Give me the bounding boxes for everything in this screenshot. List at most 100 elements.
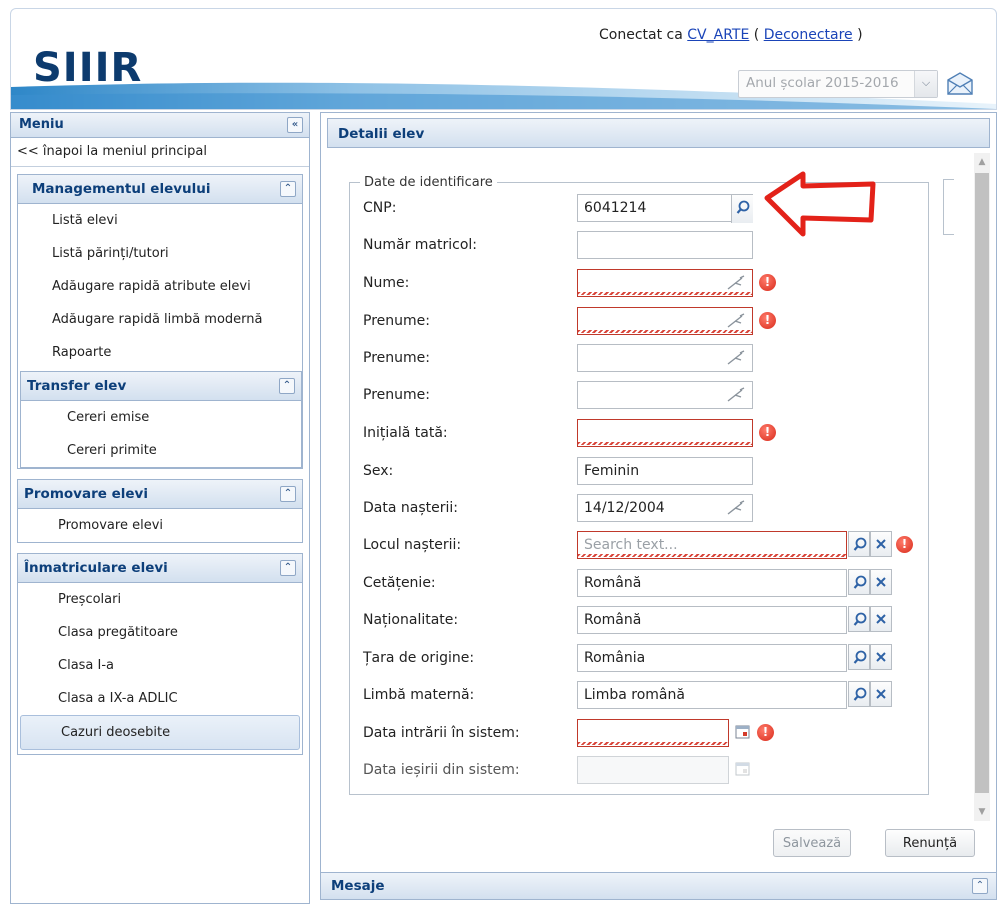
cnp-input[interactable]: 6041214 bbox=[577, 194, 753, 223]
cancel-button[interactable]: Renunță bbox=[885, 829, 975, 857]
cetatenie-input[interactable]: Română bbox=[577, 569, 847, 597]
cetatenie-value: Română bbox=[584, 575, 642, 591]
menu-group-inmatriculare: Înmatriculare elevi ⌃ Preșcolari Clasa p… bbox=[17, 553, 303, 755]
menu-group-header[interactable]: Managementul elevului ⌃ bbox=[18, 175, 302, 204]
cnp-label: CNP: bbox=[363, 200, 397, 216]
pen-icon bbox=[727, 387, 745, 402]
chevron-down-icon[interactable]: ⌵ bbox=[914, 71, 937, 97]
school-year-select[interactable]: Anul școlar 2015-2016 ⌵ bbox=[738, 70, 938, 98]
menu-item-rapoarte[interactable]: Rapoarte bbox=[18, 336, 302, 369]
nr-matricol-label: Număr matricol: bbox=[363, 237, 477, 253]
initiala-input[interactable] bbox=[577, 419, 753, 447]
red-arrow-annotation bbox=[764, 171, 876, 237]
menu-item-cereri-emise[interactable]: Cereri emise bbox=[21, 401, 301, 434]
nationalitate-input[interactable]: Română bbox=[577, 606, 847, 634]
prenume-label: Prenume: bbox=[363, 387, 430, 403]
tara-input[interactable]: România bbox=[577, 644, 847, 672]
menu-group-header[interactable]: Înmatriculare elevi ⌃ bbox=[18, 554, 302, 583]
nume-label: Nume: bbox=[363, 275, 410, 291]
clear-icon[interactable] bbox=[870, 644, 892, 670]
menu-group-header[interactable]: Promovare elevi ⌃ bbox=[18, 480, 302, 509]
menu-item-lista-elevi[interactable]: Listă elevi bbox=[18, 204, 302, 237]
prenume-input-2[interactable] bbox=[577, 344, 753, 372]
tara-label: Țara de origine: bbox=[363, 650, 475, 666]
collapse-up-icon[interactable]: ⌃ bbox=[280, 486, 296, 502]
collapse-up-icon[interactable]: ⌃ bbox=[280, 560, 296, 576]
menu-item-lista-parinti[interactable]: Listă părinți/tutori bbox=[18, 237, 302, 270]
messages-bar[interactable]: Mesaje ⌃ bbox=[320, 872, 997, 900]
menu-item-promovare-elevi[interactable]: Promovare elevi bbox=[18, 509, 302, 542]
menu-subgroup-title: Transfer elev bbox=[27, 378, 127, 394]
scroll-thumb[interactable] bbox=[975, 173, 989, 793]
locul-nasterii-input[interactable]: Search text... bbox=[577, 531, 847, 559]
search-icon[interactable] bbox=[848, 606, 870, 632]
menu-item-cereri-primite[interactable]: Cereri primite bbox=[21, 434, 301, 467]
connected-label: Conectat ca bbox=[599, 27, 688, 43]
menu-group-title: Promovare elevi bbox=[24, 486, 148, 502]
data-intrarii-label: Data intrării în sistem: bbox=[363, 725, 520, 741]
error-icon: ! bbox=[896, 536, 913, 553]
clear-icon[interactable] bbox=[870, 606, 892, 632]
data-nasterii-label: Data nașterii: bbox=[363, 500, 458, 516]
limba-input[interactable]: Limba română bbox=[577, 681, 847, 709]
app-logo: SIIIR bbox=[33, 45, 143, 91]
calendar-icon[interactable] bbox=[731, 719, 751, 745]
details-header: Detalii elev bbox=[327, 118, 990, 148]
error-icon: ! bbox=[759, 312, 776, 329]
messages-title: Mesaje bbox=[331, 878, 385, 894]
locul-nasterii-placeholder: Search text... bbox=[584, 537, 678, 553]
collapse-up-icon[interactable]: ⌃ bbox=[279, 378, 295, 394]
menu-subgroup-header[interactable]: Transfer elev ⌃ bbox=[21, 372, 301, 401]
menu-item-clasa-ix[interactable]: Clasa a IX-a ADLIC bbox=[18, 682, 302, 715]
tara-value: România bbox=[584, 650, 646, 666]
menu-group-managementul: Managementul elevului ⌃ Listă elevi List… bbox=[17, 174, 303, 469]
clear-icon[interactable] bbox=[870, 681, 892, 707]
nationalitate-label: Naționalitate: bbox=[363, 612, 459, 628]
menu-item-clasa-i[interactable]: Clasa I-a bbox=[18, 649, 302, 682]
search-icon[interactable] bbox=[848, 644, 870, 670]
menu-title: Meniu bbox=[19, 117, 64, 132]
clear-icon[interactable] bbox=[870, 531, 892, 557]
search-icon[interactable] bbox=[848, 569, 870, 595]
envelope-icon[interactable] bbox=[945, 71, 975, 97]
pen-icon bbox=[727, 275, 745, 290]
menu-header: Meniu « bbox=[11, 113, 309, 138]
menu-subgroup-transfer: Transfer elev ⌃ Cereri emise Cereri prim… bbox=[20, 371, 302, 468]
username-link[interactable]: CV_ARTE bbox=[687, 27, 749, 43]
app-header: SIIIR Conectat ca CV_ARTE ( Deconectare … bbox=[10, 8, 997, 110]
search-icon[interactable] bbox=[848, 681, 870, 707]
nume-input[interactable] bbox=[577, 269, 753, 297]
sex-input[interactable]: Feminin bbox=[577, 457, 753, 485]
nr-matricol-input[interactable] bbox=[577, 231, 753, 259]
user-status: Conectat ca CV_ARTE ( Deconectare ) bbox=[599, 27, 863, 43]
vertical-scrollbar[interactable]: ▲ ▼ bbox=[974, 153, 990, 821]
collapse-up-icon[interactable]: ⌃ bbox=[280, 181, 296, 197]
search-icon[interactable] bbox=[731, 195, 753, 223]
back-to-main-menu-link[interactable]: << înapoi la meniul principal bbox=[11, 138, 309, 167]
sex-label: Sex: bbox=[363, 463, 394, 479]
data-iesirii-label: Data ieșirii din sistem: bbox=[363, 762, 520, 778]
limba-label: Limbă maternă: bbox=[363, 687, 475, 703]
data-nasterii-input[interactable]: 14/12/2004 bbox=[577, 494, 753, 522]
logout-link[interactable]: Deconectare bbox=[764, 27, 853, 43]
prenume-input-3[interactable] bbox=[577, 381, 753, 409]
initiala-label: Inițială tată: bbox=[363, 425, 448, 441]
prenume-input-1[interactable] bbox=[577, 307, 753, 335]
error-icon: ! bbox=[759, 424, 776, 441]
scroll-up-icon[interactable]: ▲ bbox=[974, 155, 990, 169]
menu-item-prescolari[interactable]: Preșcolari bbox=[18, 583, 302, 616]
collapse-left-icon[interactable]: « bbox=[287, 117, 303, 133]
menu-item-clasa-pregatitoare[interactable]: Clasa pregătitoare bbox=[18, 616, 302, 649]
menu-item-atribute-elevi[interactable]: Adăugare rapidă atribute elevi bbox=[18, 270, 302, 303]
menu-item-limba-moderna[interactable]: Adăugare rapidă limbă modernă bbox=[18, 303, 302, 336]
scroll-down-icon[interactable]: ▼ bbox=[974, 805, 990, 819]
save-button[interactable]: Salvează bbox=[773, 829, 851, 857]
collapse-up-icon[interactable]: ⌃ bbox=[972, 878, 988, 894]
search-icon[interactable] bbox=[848, 531, 870, 557]
menu-item-cazuri-deosebite[interactable]: Cazuri deosebite bbox=[20, 715, 300, 750]
clear-icon[interactable] bbox=[870, 569, 892, 595]
menu-group-title: Înmatriculare elevi bbox=[24, 560, 168, 576]
cetatenie-label: Cetățenie: bbox=[363, 575, 436, 591]
data-intrarii-input[interactable] bbox=[577, 719, 729, 747]
